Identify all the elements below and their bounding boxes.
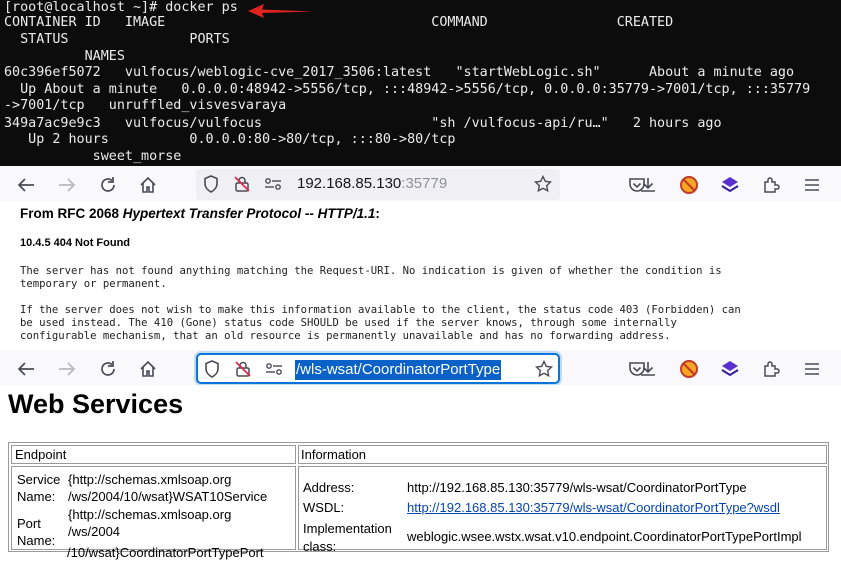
extensions-puzzle-icon[interactable]	[760, 174, 782, 196]
not-found-page: From RFC 2068 Hypertext Transfer Protoco…	[0, 201, 841, 345]
port-name-value: /10/wsat}CoordinatorPortTypePort	[67, 545, 264, 560]
home-icon[interactable]	[137, 358, 159, 380]
red-arrow-annotation-icon	[248, 4, 314, 18]
shield-icon[interactable]	[203, 360, 221, 378]
port-name-label: Port	[17, 516, 41, 531]
terminal-line: NAMES	[4, 49, 125, 64]
bookmark-star-icon[interactable]	[534, 175, 552, 193]
information-cell: Address: http://192.168.85.130:35779/wls…	[298, 466, 827, 550]
bookmark-star-icon[interactable]	[535, 360, 553, 378]
paragraph-line: be used instead. The 410 (Gone) status c…	[20, 317, 677, 329]
blocked-extension-icon[interactable]	[678, 358, 700, 380]
header-cell-information: Information	[298, 445, 827, 464]
forward-arrow-icon[interactable]	[56, 174, 78, 196]
port-name-value: {http://schemas.xmlsoap.org	[68, 507, 232, 522]
paragraph-line: The server has not found anything matchi…	[20, 265, 722, 277]
endpoint-cell: Service Name: {http://schemas.xmlsoap.or…	[11, 466, 296, 550]
url-selected-text[interactable]: /wls-wsat/CoordinatorPortType	[295, 360, 502, 380]
section-heading: 10.4.5 404 Not Found	[20, 237, 131, 249]
url-host: 192.168.85.130	[297, 175, 402, 192]
port-name-label: Name:	[17, 533, 56, 548]
download-icon[interactable]	[637, 174, 659, 196]
terminal-line: STATUS PORTS	[4, 32, 230, 47]
rfc-heading-suffix: :	[375, 206, 380, 221]
services-table: Endpoint Information Service Name: {http…	[8, 442, 829, 552]
paragraph-line: temporary or permanent.	[20, 278, 167, 290]
url-port: :35779	[401, 175, 448, 192]
terminal-line: CONTAINER ID IMAGE COMMAND CREATED	[4, 15, 674, 30]
back-arrow-icon[interactable]	[15, 174, 37, 196]
address-value: http://192.168.85.130:35779/wls-wsat/Coo…	[407, 480, 747, 495]
layers-extension-icon[interactable]	[719, 174, 741, 196]
terminal-line: 60c396ef5072 vulfocus/weblogic-cve_2017_…	[4, 65, 795, 80]
service-name-value: {http://schemas.xmlsoap.org	[68, 472, 232, 487]
shield-icon[interactable]	[202, 175, 220, 193]
terminal-window[interactable]: [root@localhost ~]# docker ps CONTAINER …	[0, 0, 841, 166]
header-cell-endpoint: Endpoint	[11, 445, 296, 464]
web-services-page: Web Services Endpoint Information Servic…	[0, 385, 841, 567]
terminal-line: ->7001/tcp unruffled_visvesvaraya	[4, 98, 287, 113]
service-name-label: Service	[17, 472, 61, 487]
port-name-value: /ws/2004	[68, 524, 121, 539]
wsdl-link[interactable]: http://192.168.85.130:35779/wls-wsat/Coo…	[407, 499, 780, 516]
reload-icon[interactable]	[97, 358, 119, 380]
reload-icon[interactable]	[97, 174, 119, 196]
wsdl-label: WSDL:	[303, 500, 345, 515]
implementation-class-label: class:	[303, 539, 337, 554]
implementation-class-value: weblogic.wsee.wstx.wsat.v10.endpoint.Coo…	[407, 529, 802, 544]
extensions-puzzle-icon[interactable]	[760, 358, 782, 380]
permissions-icon[interactable]	[264, 175, 282, 193]
blocked-extension-icon[interactable]	[678, 174, 700, 196]
permissions-icon[interactable]	[265, 360, 283, 378]
forward-arrow-icon[interactable]	[56, 358, 78, 380]
paragraph-line: configurable mechanism, that an old reso…	[20, 330, 671, 342]
url-text: 192.168.85.130:35779	[297, 175, 447, 192]
terminal-line: sweet_morse	[4, 149, 182, 164]
hamburger-menu-icon[interactable]	[801, 358, 823, 380]
browser-toolbar: /wls-wsat/CoordinatorPortType	[0, 350, 841, 387]
terminal-line: Up 2 hours 0.0.0.0:80->80/tcp, :::80->80…	[4, 132, 456, 147]
column-header: Endpoint	[15, 447, 67, 462]
url-bar[interactable]: 192.168.85.130:35779	[196, 169, 560, 200]
service-name-value: /ws/2004/10/wsat}WSAT10Service	[68, 489, 268, 504]
terminal-line: Up About a minute 0.0.0.0:48942->5556/tc…	[4, 82, 811, 97]
paragraph-line: If the server does not wish to make this…	[20, 304, 741, 316]
rfc-heading-prefix: From RFC 2068	[20, 206, 123, 221]
insecure-lock-icon[interactable]	[234, 360, 252, 378]
column-header: Information	[301, 447, 367, 462]
url-bar[interactable]: /wls-wsat/CoordinatorPortType	[196, 353, 560, 384]
home-icon[interactable]	[137, 174, 159, 196]
hamburger-menu-icon[interactable]	[801, 174, 823, 196]
service-name-label: Name:	[17, 489, 56, 504]
insecure-lock-icon[interactable]	[233, 175, 251, 193]
layers-extension-icon[interactable]	[719, 358, 741, 380]
download-icon[interactable]	[637, 358, 659, 380]
back-arrow-icon[interactable]	[15, 358, 37, 380]
page-title: Web Services	[8, 389, 184, 419]
implementation-class-label: Implementation	[303, 521, 392, 536]
rfc-heading-italic: Hypertext Transfer Protocol -- HTTP/1.1	[122, 206, 376, 221]
terminal-line: 349a7ac9e9c3 vulfocus/vulfocus "sh /vulf…	[4, 116, 722, 131]
browser-toolbar: 192.168.85.130:35779	[0, 166, 841, 203]
rfc-heading: From RFC 2068 Hypertext Transfer Protoco…	[20, 206, 380, 221]
address-label: Address:	[303, 480, 355, 495]
